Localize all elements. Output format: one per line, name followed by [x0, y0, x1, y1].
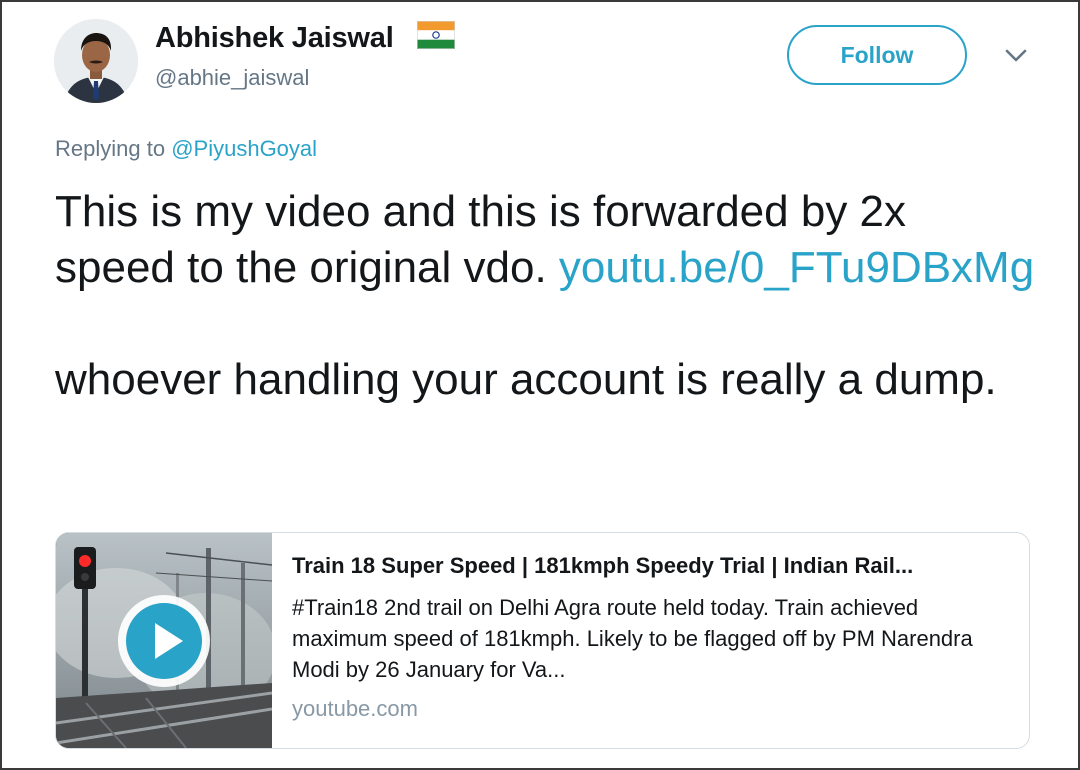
- video-thumbnail[interactable]: [56, 533, 272, 748]
- card-domain: youtube.com: [292, 696, 418, 721]
- avatar[interactable]: [54, 19, 138, 103]
- play-icon[interactable]: [114, 591, 214, 691]
- reply-mention-link[interactable]: @PiyushGoyal: [171, 136, 317, 161]
- card-title[interactable]: Train 18 Super Speed | 181kmph Speedy Tr…: [292, 553, 1012, 579]
- user-handle[interactable]: @abhie_jaiswal: [155, 65, 309, 91]
- link-preview-card[interactable]: Train 18 Super Speed | 181kmph Speedy Tr…: [55, 532, 1030, 749]
- avatar-image: [54, 19, 138, 103]
- tweet-text-part2: whoever handling your account is really …: [55, 355, 997, 404]
- india-flag-icon: [417, 21, 455, 49]
- chevron-down-icon[interactable]: [1000, 44, 1032, 68]
- reply-prefix: Replying to: [55, 136, 166, 161]
- follow-button[interactable]: Follow: [787, 25, 967, 85]
- tweet-link[interactable]: youtu.be/0_FTu9DBxMg: [559, 243, 1034, 292]
- tweet-card: Abhishek Jaiswal @abhie_jaiswal Follow R…: [0, 0, 1080, 770]
- tweet-text: This is my video and this is forwarded b…: [55, 184, 1035, 408]
- card-description: #Train18 2nd trail on Delhi Agra route h…: [292, 595, 973, 682]
- reply-context: Replying to @PiyushGoyal: [55, 136, 317, 162]
- display-name[interactable]: Abhishek Jaiswal: [155, 22, 394, 55]
